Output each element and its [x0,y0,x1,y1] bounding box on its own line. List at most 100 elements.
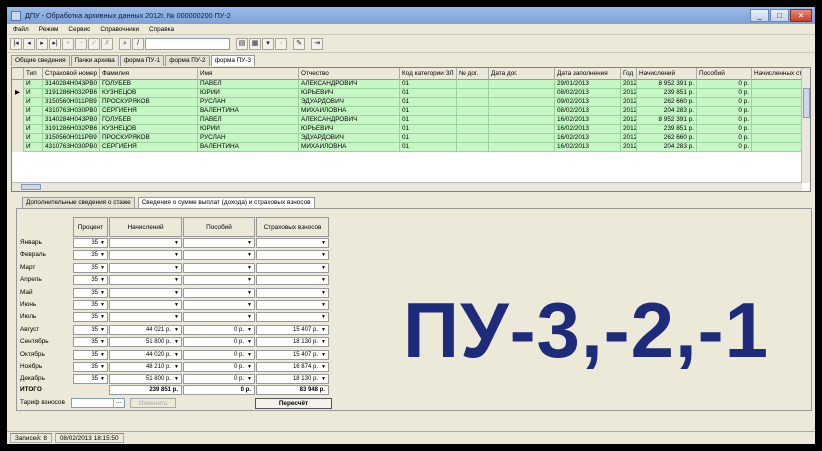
month-field[interactable]: 0 р. ▼ [183,324,255,335]
recalc-button[interactable]: Пересчёт [255,398,332,409]
grid-cell[interactable]: 2012 [621,98,637,107]
month-field[interactable]: ▼ [256,312,329,323]
grid-cell[interactable]: 2012 [621,143,637,152]
month-field[interactable]: ▼ [183,262,255,273]
print-icon[interactable]: ▫ [275,38,287,50]
grid-cell[interactable]: 0 р. [697,134,752,143]
change-button[interactable]: Изменить [130,398,176,408]
month-field[interactable]: ▼ [109,262,182,273]
chevron-down-icon[interactable]: ▼ [246,352,253,358]
close-button[interactable]: × [790,9,812,22]
chevron-down-icon[interactable]: ▼ [173,364,180,370]
grid-cell[interactable]: 3140284H043PB0 [43,116,100,125]
grid-cell[interactable]: И [24,143,43,152]
grid-cell[interactable]: 29/01/2013 [555,80,621,89]
table-row[interactable]: И 4310763H030PB0 СЕРГИЕНЯ ВАЛЕНТИНА МИХАЙЛОВ… [12,143,802,152]
menu-service[interactable]: Сервис [68,26,90,33]
grid-cell[interactable] [489,116,555,125]
grid-cell[interactable]: 3191286H032PB6 [43,125,100,134]
grid-cell[interactable] [457,125,489,134]
chevron-down-icon[interactable]: ▼ [320,265,327,271]
scroll-thumb[interactable] [21,184,41,190]
chevron-down-icon[interactable]: ▼ [99,302,106,308]
grid-cell[interactable]: КУЗНЕЦОВ [100,89,198,98]
grid-cell[interactable]: 01 [400,80,457,89]
grid-cell[interactable]: 262 660 р. [637,134,697,143]
month-field[interactable]: ▼ [109,250,182,261]
grid-cell[interactable] [489,134,555,143]
grid-cell[interactable]: 262 660 р. [637,98,697,107]
grid-cell[interactable]: 0 р. [697,116,752,125]
grid-column-header[interactable]: Начислений [637,68,697,80]
month-field[interactable]: ▼ [256,238,329,248]
month-field[interactable]: ▼ [183,300,255,310]
month-field[interactable]: 0 р. ▼ [183,349,255,360]
month-field[interactable]: 35 ▼ [73,324,108,335]
table-row[interactable]: И 3140284H043PB0 ГОЛУБЕВ ПАВЕЛ АЛЕКСАНДРОВИЧ… [12,80,802,89]
chevron-down-icon[interactable]: ▼ [320,352,327,358]
month-field[interactable]: 35 ▼ [73,362,108,372]
month-field[interactable]: 0 р. ▼ [183,374,255,385]
grid-cell[interactable] [752,125,802,134]
grid-cell[interactable] [752,134,802,143]
month-field[interactable]: ▼ [256,275,329,286]
row-indicator[interactable] [12,143,24,152]
month-field[interactable]: 35 ▼ [73,337,108,348]
grid-cell[interactable] [752,107,802,116]
grid-cell[interactable]: И [24,98,43,107]
chevron-down-icon[interactable]: ▼ [99,240,106,246]
grid-cell[interactable] [489,107,555,116]
grid-cell[interactable] [752,80,802,89]
grid-cell[interactable]: 3150560H011PB9 [43,98,100,107]
grid-cell[interactable]: 204 283 р. [637,107,697,116]
grid-cell[interactable]: КУЗНЕЦОВ [100,125,198,134]
grid-cell[interactable]: ЮРИЙ [198,89,299,98]
chevron-down-icon[interactable]: ▼ [173,302,180,308]
grid-cell[interactable]: 239 851 р. [637,89,697,98]
chevron-down-icon[interactable]: ▼ [320,339,327,345]
grid-cell[interactable]: ЭДУАРДОВИЧ [299,98,400,107]
grid-cell[interactable]: ПАВЕЛ [198,80,299,89]
chevron-down-icon[interactable]: ▼ [246,277,253,283]
grid-cell[interactable]: СЕРГИЕНЯ [100,143,198,152]
grid-cell[interactable]: 0 р. [697,89,752,98]
grid-cell[interactable] [489,143,555,152]
grid-column-header[interactable]: Фамилия [100,68,198,80]
month-field[interactable]: ▼ [256,250,329,261]
month-field[interactable]: 35 ▼ [73,349,108,360]
grid-cell[interactable]: 4310763H030PB0 [43,107,100,116]
month-field[interactable]: ▼ [183,250,255,261]
chevron-down-icon[interactable]: ▼ [99,339,106,345]
grid-cell[interactable] [457,134,489,143]
row-indicator[interactable] [12,98,24,107]
month-field[interactable]: 51 800 р. ▼ [109,337,182,348]
grid-cell[interactable]: 01 [400,107,457,116]
grid-cell[interactable]: 239 851 р. [637,125,697,134]
chevron-down-icon[interactable]: ▼ [173,327,180,333]
add-record-icon[interactable]: + [62,38,74,50]
grid-cell[interactable] [457,89,489,98]
filter-input[interactable] [145,38,230,50]
tab-payments-contributions[interactable]: Сведения о сумме выплат (дохода) и страх… [137,197,315,208]
table-row[interactable]: И 3150560H011PB9 ПРОСКУРЯКОВ РУСЛАН ЭДУАРДОВ… [12,98,802,107]
chevron-down-icon[interactable]: ▼ [320,364,327,370]
month-field[interactable]: ▼ [183,275,255,286]
grid-cell[interactable]: И [24,116,43,125]
grid-cell[interactable]: И [24,134,43,143]
grid-cell[interactable]: ПРОСКУРЯКОВ [100,98,198,107]
grid-cell[interactable]: МИХАЙЛОВНА [299,143,400,152]
grid-cell[interactable]: 2012 [621,107,637,116]
month-field[interactable]: 35 ▼ [73,287,108,298]
chevron-down-icon[interactable]: ▼ [246,252,253,258]
month-field[interactable]: ▼ [183,238,255,248]
chevron-down-icon[interactable]: ▼ [320,327,327,333]
tab-form-pu1[interactable]: форма ПУ-1 [119,55,165,66]
chevron-down-icon[interactable]: ▼ [246,376,253,382]
chevron-down-icon[interactable]: ▼ [320,290,327,296]
first-record-icon[interactable]: |◂ [10,38,22,50]
tab-form-pu2[interactable]: форма ПУ-2 [165,55,210,66]
menu-mode[interactable]: Режим [39,26,59,33]
chevron-down-icon[interactable]: ▼ [99,314,106,320]
grid-column-header[interactable]: Имя [198,68,299,80]
month-field[interactable]: ▼ [256,287,329,298]
